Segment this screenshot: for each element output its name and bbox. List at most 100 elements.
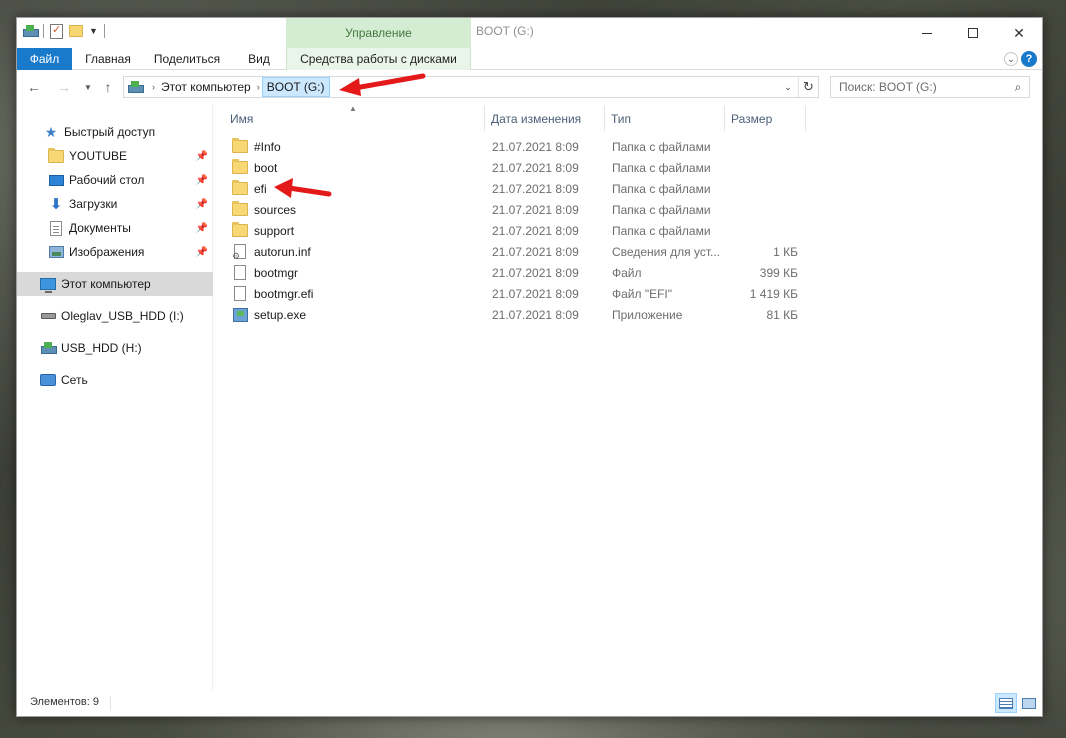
sidebar-item-label: USB_HDD (H:) (61, 341, 142, 355)
sidebar-item-drive-h[interactable]: USB_HDD (H:) (17, 336, 213, 360)
table-row[interactable]: #Info 21.07.2021 8:09 Папка с файлами (226, 136, 798, 157)
computer-icon (128, 81, 144, 93)
properties-icon[interactable] (50, 23, 63, 39)
minimize-button[interactable] (904, 18, 950, 48)
file-name: setup.exe (254, 307, 307, 322)
sidebar-item-network[interactable]: Сеть (17, 368, 213, 392)
file-date: 21.07.2021 8:09 (492, 244, 579, 259)
search-box[interactable]: ⌕ (830, 76, 1030, 98)
up-arrow-icon: ↑ (104, 79, 112, 95)
refresh-icon: ↻ (803, 79, 814, 94)
file-size: 1 КБ (773, 244, 798, 259)
chevron-down-icon: ▼ (84, 82, 92, 92)
file-type: Файл "EFI" (612, 286, 673, 301)
expand-ribbon-icon[interactable]: ⌄ (1004, 52, 1018, 66)
sidebar-item-downloads[interactable]: ⬇ Загрузки 📌 (17, 192, 213, 216)
breadcrumb-separator-icon[interactable]: › (255, 82, 262, 92)
annotation-arrow-icon (339, 73, 426, 96)
desktop-icon (48, 172, 64, 188)
forward-button[interactable]: → (55, 78, 73, 96)
address-history-dropdown[interactable]: ⌄ (780, 77, 796, 97)
customize-toolbar-icon[interactable]: ▼ (89, 26, 98, 36)
toolbar-divider (103, 24, 105, 38)
column-header-type[interactable]: Тип (605, 106, 725, 131)
navigation-pane: ★ Быстрый доступ YOUTUBE 📌 Рабочий стол … (17, 103, 213, 693)
help-icon[interactable]: ? (1021, 51, 1037, 67)
pin-icon[interactable]: 📌 (196, 175, 208, 186)
search-input[interactable] (831, 77, 1007, 97)
pin-icon[interactable]: 📌 (196, 151, 208, 162)
tab-file[interactable]: Файл (17, 48, 72, 70)
exe-icon (232, 307, 248, 323)
item-count: Элементов: 9 (30, 696, 99, 708)
table-row[interactable]: boot 21.07.2021 8:09 Папка с файлами (226, 157, 798, 178)
breadcrumb-current-drive[interactable]: BOOT (G:) (261, 77, 330, 97)
file-type: Файл (612, 265, 642, 280)
recent-locations-button[interactable]: ▼ (79, 78, 97, 96)
address-bar[interactable]: › Этот компьютер › BOOT (G:) ⌄ ↻ (123, 76, 819, 98)
large-icons-view-button[interactable] (1018, 693, 1040, 713)
maximize-button[interactable] (950, 18, 996, 48)
sidebar-item-label: Загрузки (69, 197, 118, 211)
navigation-bar: ← → ▼ ↑ › Этот компьютер › BOOT (G:) ⌄ ↻… (17, 71, 1042, 103)
file-date: 21.07.2021 8:09 (492, 223, 579, 238)
column-header-size[interactable]: Размер (725, 106, 806, 131)
usb-drive-icon (40, 340, 57, 356)
breadcrumb-this-pc[interactable]: Этот компьютер (157, 77, 255, 97)
tab-view[interactable]: Вид (233, 48, 285, 70)
file-date: 21.07.2021 8:09 (492, 307, 579, 322)
up-button[interactable]: ↑ (99, 78, 117, 96)
folder-icon (232, 159, 248, 176)
sidebar-item-label: YOUTUBE (69, 149, 128, 163)
pin-icon[interactable]: 📌 (196, 223, 208, 234)
sidebar-item-desktop[interactable]: Рабочий стол 📌 (17, 168, 213, 192)
tab-home[interactable]: Главная (75, 48, 141, 70)
file-name: boot (254, 160, 278, 175)
search-icon[interactable]: ⌕ (1007, 80, 1029, 95)
sidebar-item-this-pc[interactable]: Этот компьютер (17, 272, 213, 296)
file-size (728, 220, 798, 241)
table-row[interactable]: setup.exe 21.07.2021 8:09 Приложение 81 … (226, 304, 798, 325)
file-size: 1 419 КБ (749, 286, 798, 301)
tab-share[interactable]: Поделиться (145, 48, 229, 70)
pictures-icon (48, 244, 64, 260)
table-row[interactable]: sources 21.07.2021 8:09 Папка с файлами (226, 199, 798, 220)
sidebar-item-quick-access[interactable]: ★ Быстрый доступ (17, 120, 213, 144)
details-view-button[interactable] (995, 693, 1017, 713)
table-row[interactable]: bootmgr.efi 21.07.2021 8:09 Файл "EFI" 1… (226, 283, 798, 304)
column-header-date[interactable]: Дата изменения (485, 106, 605, 131)
sidebar-item-drive-i[interactable]: Oleglav_USB_HDD (I:) (17, 304, 213, 328)
new-folder-icon[interactable] (69, 25, 83, 37)
file-icon (232, 286, 248, 302)
file-date: 21.07.2021 8:09 (492, 139, 579, 154)
sidebar-item-pictures[interactable]: Изображения 📌 (17, 240, 213, 264)
sidebar-item-documents[interactable]: Документы 📌 (17, 216, 213, 240)
table-row[interactable]: autorun.inf 21.07.2021 8:09 Сведения для… (226, 241, 798, 262)
column-header-name[interactable]: Имя (224, 106, 485, 131)
sidebar-item-youtube[interactable]: YOUTUBE 📌 (17, 144, 213, 168)
star-icon: ★ (44, 123, 58, 140)
table-row[interactable]: bootmgr 21.07.2021 8:09 Файл 399 КБ (226, 262, 798, 283)
file-type: Папка с файлами (612, 202, 711, 217)
window-title: BOOT (G:) (476, 24, 534, 38)
pin-icon[interactable]: 📌 (196, 199, 208, 210)
status-divider (110, 696, 111, 711)
table-row[interactable]: support 21.07.2021 8:09 Папка с файлами (226, 220, 798, 241)
tab-drive-tools[interactable]: Средства работы с дисками (286, 48, 471, 70)
folder-icon (232, 222, 248, 239)
close-button[interactable]: ✕ (996, 18, 1042, 48)
refresh-button[interactable]: ↻ (798, 77, 818, 97)
file-name: efi (254, 181, 267, 196)
file-size: 81 КБ (766, 307, 798, 322)
pin-icon[interactable]: 📌 (196, 247, 208, 258)
drive-icon[interactable] (23, 25, 39, 37)
file-type: Папка с файлами (612, 160, 711, 175)
file-type: Папка с файлами (612, 181, 711, 196)
file-name: #Info (254, 139, 281, 154)
close-icon: ✕ (1013, 24, 1025, 41)
chevron-down-icon: ⌄ (784, 81, 792, 92)
context-tab-header: Управление (286, 18, 471, 48)
back-button[interactable]: ← (25, 78, 43, 96)
breadcrumb-separator-icon[interactable]: › (150, 82, 157, 92)
file-type: Сведения для уст... (612, 244, 721, 259)
